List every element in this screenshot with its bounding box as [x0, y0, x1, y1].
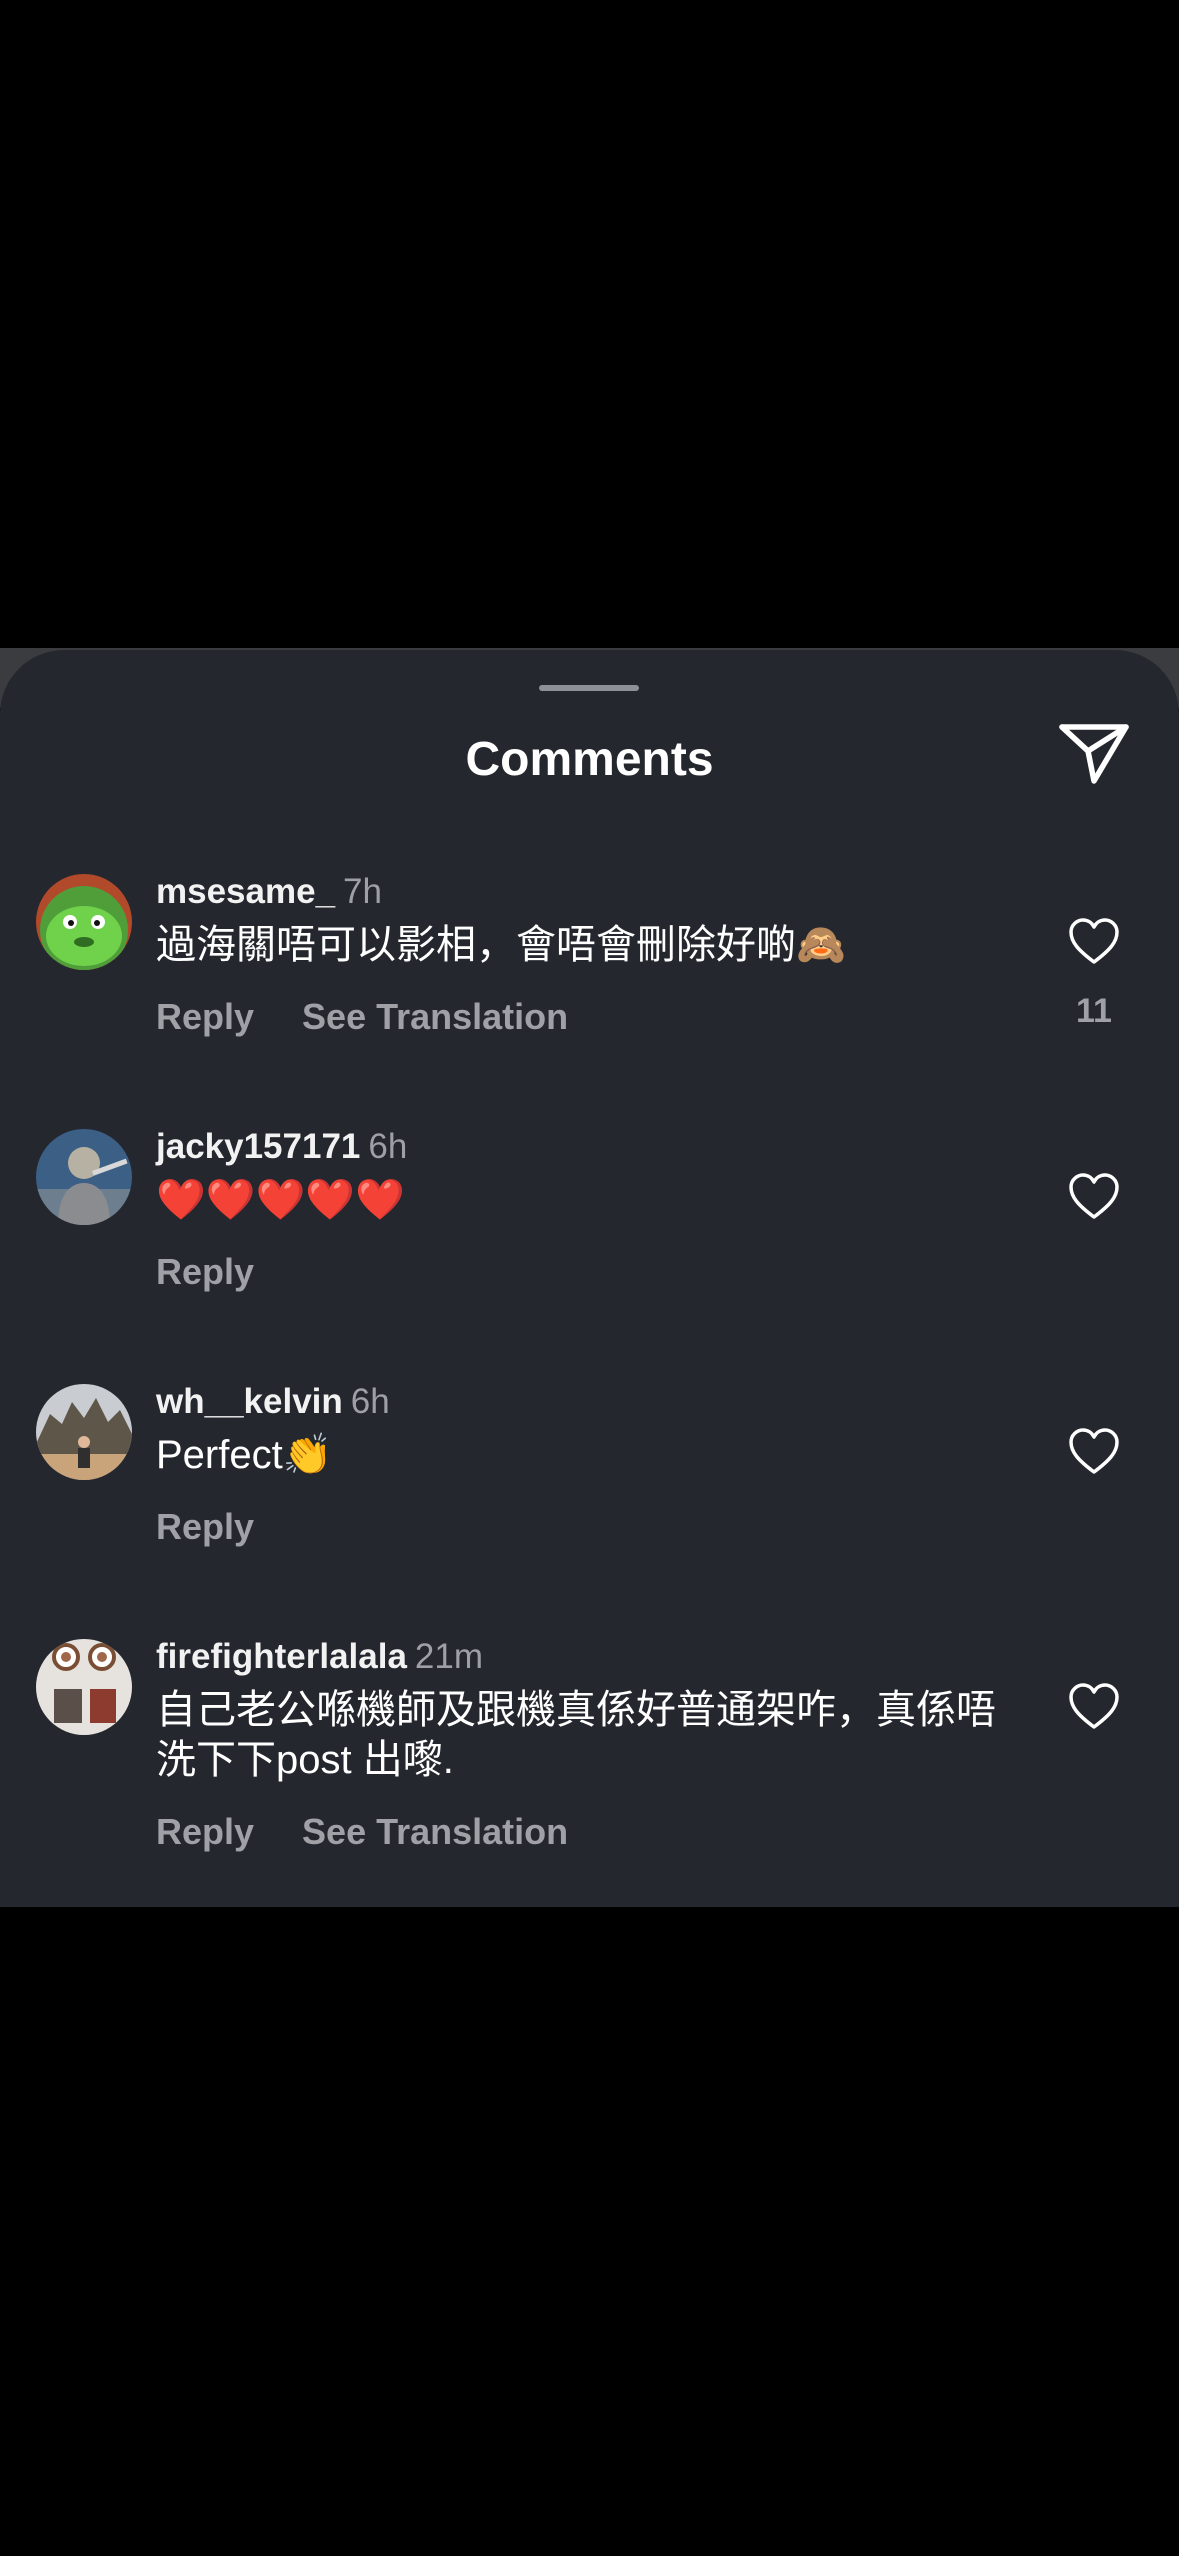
comment-text: Perfect👏 — [156, 1433, 333, 1477]
avatar[interactable] — [36, 1384, 132, 1480]
paper-plane-icon — [1059, 724, 1129, 784]
reply-button[interactable]: Reply — [156, 996, 254, 1037]
like-button[interactable] — [1068, 1428, 1120, 1476]
reply-button[interactable]: Reply — [156, 1506, 254, 1547]
comment-username[interactable]: msesame_ — [156, 872, 335, 911]
comment-username[interactable]: jacky157171 — [156, 1127, 360, 1166]
avatar[interactable] — [36, 1129, 132, 1225]
see-translation-button[interactable]: See Translation — [302, 996, 568, 1037]
comment-text: 過海關唔可以影相，會唔會刪除好啲🙈 — [156, 923, 846, 967]
heart-outline-icon — [1069, 1428, 1119, 1474]
sheet-drag-handle[interactable] — [539, 685, 639, 691]
heart-outline-icon — [1069, 918, 1119, 964]
share-button[interactable] — [1056, 721, 1132, 787]
heart-outline-icon — [1069, 1173, 1119, 1219]
like-button[interactable] — [1068, 1173, 1120, 1221]
comment-text: ❤️❤️❤️❤️❤️ — [156, 1178, 406, 1222]
comment-username[interactable]: wh__kelvin — [156, 1382, 343, 1421]
comments-sheet: Comments msesame_ 7h 過海關唔可以影相，會唔會刪除好啲🙈 R… — [0, 650, 1179, 1907]
reply-button[interactable]: Reply — [156, 1811, 254, 1852]
comment-time: 7h — [343, 872, 382, 911]
comment-time: 21m — [414, 1637, 484, 1676]
see-translation-button[interactable]: See Translation — [302, 1811, 568, 1852]
avatar[interactable] — [36, 1639, 132, 1735]
like-button[interactable] — [1068, 1683, 1120, 1731]
like-count: 11 — [1076, 992, 1112, 1030]
avatar[interactable] — [36, 874, 132, 970]
comment-text: 自己老公喺機師及跟機真係好普通架咋，真係唔洗下下post 出嚟. — [156, 1688, 996, 1782]
heart-outline-icon — [1069, 1683, 1119, 1729]
comment-time: 6h — [350, 1382, 390, 1421]
comment-username[interactable]: firefighterlalala — [156, 1637, 407, 1676]
like-button[interactable] — [1068, 918, 1120, 966]
comment-time: 6h — [368, 1127, 408, 1166]
sheet-title: Comments — [465, 733, 714, 786]
reply-button[interactable]: Reply — [156, 1251, 254, 1292]
